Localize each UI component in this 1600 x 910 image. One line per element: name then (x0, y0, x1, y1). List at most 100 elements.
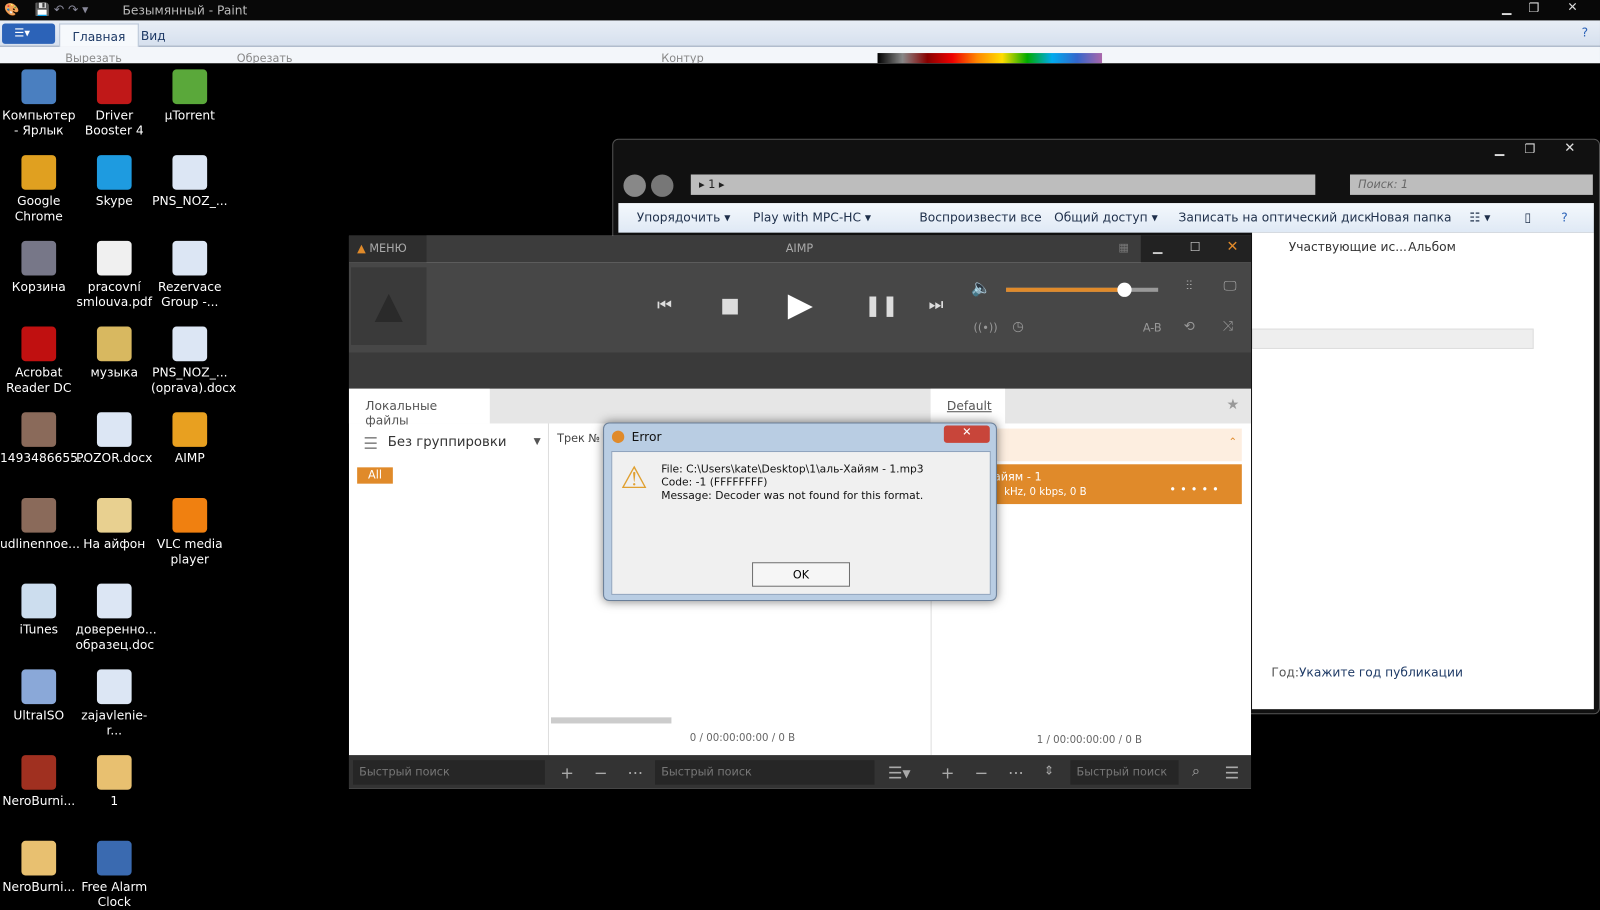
outline-button[interactable]: Контур (661, 52, 703, 63)
pause-button[interactable]: ❚❚ (864, 293, 898, 317)
menu-icon[interactable]: ☰ (1224, 763, 1239, 782)
desktop-icon[interactable]: AIMP (151, 412, 229, 466)
paint-app-icon[interactable]: 🎨 (4, 2, 19, 16)
desktop-icon[interactable]: PNS_NOZ_... (oprava).docx (151, 326, 236, 396)
seek-area[interactable] (348, 352, 1252, 389)
tab-local-files[interactable]: Локальные файлы (348, 388, 490, 428)
add-button[interactable]: + (941, 763, 955, 782)
next-button[interactable]: ⏭ (929, 295, 944, 315)
grid-icon[interactable]: ▦ (1118, 241, 1129, 254)
column-track-number[interactable]: Трек № (557, 432, 600, 445)
play-button[interactable]: ▶ (788, 285, 813, 324)
tab-home[interactable]: Главная (59, 23, 139, 47)
filter-all[interactable]: All (357, 467, 393, 484)
desktop-icon[interactable]: pracovní smlouva.pdf (76, 240, 154, 310)
column-artists[interactable]: Участвующие ис... (1289, 240, 1407, 254)
desktop-icon[interactable]: VLC media player (151, 497, 229, 567)
more-button[interactable]: ··· (1008, 763, 1024, 782)
desktop-icon[interactable]: Driver Booster 4 (76, 69, 154, 138)
repeat-icon[interactable]: ⟲ (1184, 319, 1195, 334)
minimize-button[interactable]: ▁ (1502, 1, 1511, 15)
collapse-icon[interactable]: ⌃ (1229, 437, 1238, 448)
ab-repeat-button[interactable]: A-B (1143, 321, 1162, 334)
maximize-button[interactable]: ❐ (1529, 1, 1540, 15)
playlist-menu-icon[interactable]: ☰▾ (888, 763, 911, 782)
star-icon[interactable]: ★ (1227, 397, 1240, 413)
previous-button[interactable]: ⏮ (657, 295, 672, 315)
close-button[interactable]: ✕ (1227, 239, 1239, 255)
desktop-icon[interactable]: UltraISO (0, 669, 78, 723)
desktop-icon[interactable]: Корзина (0, 240, 78, 295)
close-button[interactable]: ✕ (1564, 141, 1575, 156)
radio-icon[interactable]: ((•)) (973, 321, 997, 334)
burn-button[interactable]: Записать на оптический диск (1179, 210, 1372, 224)
year-field[interactable]: Укажите год публикации (1299, 665, 1463, 679)
desktop-icon[interactable]: NeroBurni... (0, 755, 78, 809)
desktop-icon[interactable]: POZOR.docx (76, 412, 154, 466)
hamburger-icon[interactable]: ☰ (363, 434, 378, 453)
sort-icon[interactable]: ⇕ (1044, 763, 1054, 777)
grouping-select[interactable]: Без группировки (388, 435, 507, 450)
desktop-icon[interactable]: Acrobat Reader DC (0, 326, 78, 396)
address-bar[interactable]: ▸ 1 ▸ (690, 174, 1316, 195)
close-button[interactable]: ✕ (1567, 0, 1577, 14)
desktop-icon[interactable]: доверенно... образец.doc (76, 583, 157, 653)
more-button[interactable]: ··· (628, 763, 644, 782)
rating-dots[interactable]: ••••• (1169, 483, 1223, 496)
quick-access-toolbar[interactable]: 💾 ↶ ↷ ▾ (35, 2, 89, 16)
search-input[interactable]: Поиск: 1 (1349, 174, 1593, 195)
forward-button[interactable] (651, 174, 674, 197)
aimp-menu-button[interactable]: ▲ МЕНЮ (348, 235, 427, 263)
search-input-right[interactable]: Быстрый поиск (1070, 760, 1179, 785)
volume-icon[interactable]: 🔈 (971, 278, 991, 297)
close-button[interactable]: ✕ (943, 425, 990, 443)
minimize-button[interactable]: ▁ (1153, 240, 1162, 254)
minimize-button[interactable]: ▁ (1495, 142, 1504, 156)
chevron-down-icon[interactable]: ▼ (534, 437, 541, 447)
desktop-icon[interactable]: музыка (76, 326, 154, 381)
tab-view[interactable]: Вид (129, 23, 178, 46)
desktop-icon[interactable]: На айфон (76, 497, 154, 552)
visualization-icon[interactable]: 🖵 (1223, 279, 1236, 294)
back-button[interactable] (623, 174, 646, 197)
file-row[interactable] (1252, 328, 1534, 349)
view-options-icon[interactable]: ☷ ▾ (1469, 210, 1490, 224)
organize-button[interactable]: Упорядочить ▾ (637, 210, 731, 224)
paint-menu-button[interactable]: ☰▾ (2, 23, 56, 44)
desktop-icon[interactable]: Google Chrome (0, 155, 78, 224)
help-icon[interactable]: ? (1561, 210, 1568, 224)
maximize-button[interactable]: ☐ (1190, 240, 1201, 254)
crop-button[interactable]: Обрезать (237, 52, 293, 63)
help-icon[interactable]: ? (1582, 26, 1589, 40)
desktop-icon[interactable]: 1 (76, 755, 154, 809)
play-all-button[interactable]: Воспроизвести все (919, 210, 1041, 224)
timer-icon[interactable]: ◷ (1012, 319, 1024, 334)
desktop-icon[interactable]: Skype (76, 155, 154, 209)
ok-button[interactable]: OK (752, 562, 850, 587)
remove-button[interactable]: − (974, 763, 988, 782)
add-button[interactable]: + (560, 763, 574, 782)
share-button[interactable]: Общий доступ ▾ (1054, 210, 1158, 224)
desktop-icon[interactable]: Компьютер - Ярлык (0, 69, 78, 138)
desktop-icon[interactable]: µTorrent (151, 69, 229, 123)
equalizer-icon[interactable]: ⫶⫶ (1186, 279, 1193, 294)
tab-default-playlist[interactable]: Default (930, 388, 1006, 424)
stop-button[interactable]: ■ (720, 293, 739, 317)
desktop-icon[interactable]: NeroBurni... (0, 840, 78, 895)
cut-button[interactable]: Вырезать (65, 52, 122, 63)
column-album[interactable]: Альбом (1408, 240, 1456, 254)
remove-button[interactable]: − (594, 763, 608, 782)
desktop-icon[interactable]: udlinennoe... (0, 497, 80, 552)
play-with-mpc-button[interactable]: Play with MPC-HC ▾ (753, 210, 871, 224)
horizontal-scrollbar[interactable] (551, 717, 672, 724)
search-icon[interactable]: ⌕ (1192, 763, 1200, 779)
desktop-icon[interactable]: iTunes (0, 583, 78, 638)
color-palette[interactable] (877, 53, 1103, 64)
search-input-left[interactable]: Быстрый поиск (353, 760, 545, 785)
desktop-icon[interactable]: zajavlenie-r... (76, 669, 154, 738)
shuffle-icon[interactable]: ⤨ (1222, 319, 1233, 334)
maximize-button[interactable]: ❐ (1524, 142, 1535, 156)
preview-pane-icon[interactable]: ▯ (1524, 210, 1531, 224)
new-folder-button[interactable]: Новая папка (1370, 210, 1451, 224)
desktop-icon[interactable]: 1493486655... (0, 412, 90, 466)
